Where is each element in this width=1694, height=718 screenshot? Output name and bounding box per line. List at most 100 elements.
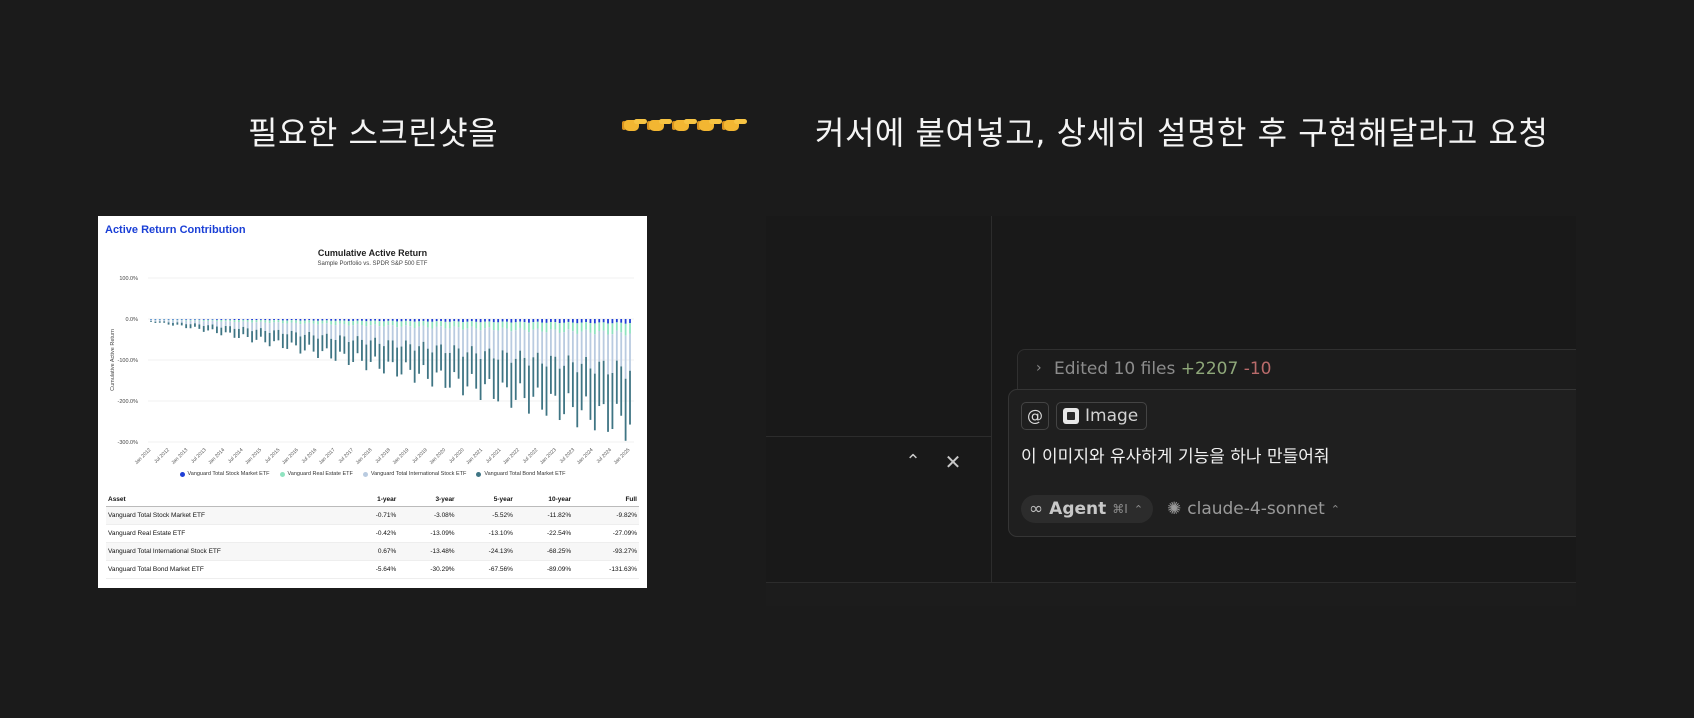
chart-bar (558, 332, 561, 369)
chart-bar (264, 330, 267, 343)
status-strip (766, 583, 1576, 606)
chart-bar (303, 320, 306, 324)
chart-bar (484, 321, 486, 329)
chart-bar (593, 319, 596, 324)
x-tick-label: Jul 2023 (559, 447, 577, 465)
chart-bar (387, 325, 390, 341)
chart-bar (286, 320, 289, 324)
chart-bar (501, 319, 504, 322)
x-tick-label: Jan 2024 (576, 447, 595, 466)
chart-bar (404, 340, 407, 363)
x-tick-label: Jul 2022 (522, 447, 540, 465)
mention-button[interactable]: @ (1021, 402, 1049, 430)
chart-bar (383, 319, 385, 322)
edited-files-bar[interactable]: › Edited 10 files +2207 -10 (1017, 349, 1576, 391)
x-tick-label: Jan 2013 (170, 447, 189, 466)
chart-bar (462, 356, 464, 396)
chart-bar (308, 322, 311, 332)
chart-bar (585, 319, 587, 323)
chart-bar (343, 324, 346, 337)
chart-bar (589, 368, 592, 420)
chart-bar (352, 325, 355, 341)
chart-bar (312, 319, 315, 321)
close-icon[interactable]: ✕ (943, 452, 963, 472)
table-cell: -13.09% (398, 524, 457, 543)
editor-sidebar (766, 216, 992, 582)
chevron-up-icon[interactable]: ⌃ (903, 452, 923, 472)
y-tick-label: -200.0% (118, 399, 139, 405)
x-tick-label: Jul 2019 (411, 447, 429, 465)
chart-bar (598, 330, 601, 362)
chart-bar (281, 319, 284, 321)
chart-bar (413, 319, 416, 322)
chart-bar (233, 320, 236, 323)
chart-bar (176, 322, 179, 325)
chart-bar (457, 321, 460, 328)
image-attachment-chip[interactable]: Image (1056, 402, 1148, 430)
chart-bar (611, 323, 614, 335)
chart-bar (426, 319, 429, 322)
chart-bar (440, 321, 442, 327)
chart-bar (194, 319, 196, 321)
chart-bar (576, 319, 579, 324)
x-tick-label: Jan 2016 (281, 447, 300, 466)
chart-bar (475, 353, 478, 389)
chart-bar (246, 321, 249, 329)
chart-bar (325, 323, 328, 334)
chart-bar (150, 319, 152, 322)
chart-bar (365, 344, 368, 371)
x-tick-label: Jan 2014 (207, 447, 226, 466)
table-cell: -131.63% (573, 560, 639, 579)
chart-bar (334, 339, 337, 361)
table-cell: Vanguard Total Stock Market ETF (106, 506, 348, 525)
chart-bar (237, 319, 240, 321)
chart-bar (580, 319, 583, 323)
chart-bar (334, 319, 337, 321)
chart-bar (317, 320, 319, 325)
pointing-hand-icon (697, 112, 722, 134)
chart-bar (444, 319, 447, 322)
table-cell: -93.27% (573, 542, 639, 561)
chart-bar (549, 355, 552, 394)
model-selector[interactable]: ✺ claude-4-sonnet ⌃ (1167, 495, 1340, 523)
chart-bar (176, 319, 179, 321)
chart-bar (198, 319, 201, 320)
chart-bar (510, 331, 513, 363)
chart-bar (545, 322, 548, 333)
chart-bar (220, 321, 223, 328)
chart-bar (356, 320, 359, 324)
chart-bar (237, 322, 240, 329)
chart-bar (277, 329, 280, 341)
chart-bar (510, 322, 513, 332)
chart-bar (391, 320, 394, 326)
chart-bar (295, 319, 297, 321)
chart-bar (462, 322, 464, 330)
table-header-cell: 1-year (347, 494, 399, 507)
chart-bar (479, 358, 482, 401)
chat-composer[interactable]: @ Image 이 이미지와 유사하게 기능을 하나 만들어줘 ∞ Agent … (1008, 389, 1576, 537)
chart-bar (541, 322, 544, 332)
table-cell: -13.10% (456, 524, 515, 543)
chart-bar (426, 348, 429, 379)
chart-bar (462, 319, 464, 323)
chart-bar (308, 320, 311, 323)
chart-bar (391, 340, 394, 363)
chart-bar (629, 323, 631, 334)
chart-bar (154, 319, 157, 321)
chart-bar (545, 319, 548, 323)
chart-bar (519, 350, 522, 384)
chevron-up-icon: ⌃ (1133, 502, 1144, 516)
agent-mode-selector[interactable]: ∞ Agent ⌘I ⌃ (1021, 495, 1154, 523)
chart-bar (448, 328, 451, 353)
x-tick-label: Jan 2023 (539, 447, 558, 466)
prompt-input[interactable]: 이 이미지와 유사하게 기능을 하나 만들어줘 (1021, 442, 1330, 467)
chart-bar (593, 334, 596, 374)
x-tick-label: Jan 2017 (318, 447, 337, 466)
chart-bar (563, 332, 565, 366)
chart-bar (528, 365, 530, 414)
chart-bar (365, 326, 368, 345)
chart-bar (497, 319, 500, 323)
chart-bar (290, 320, 293, 323)
chart-bar (629, 333, 631, 371)
chart-bar (343, 319, 346, 321)
